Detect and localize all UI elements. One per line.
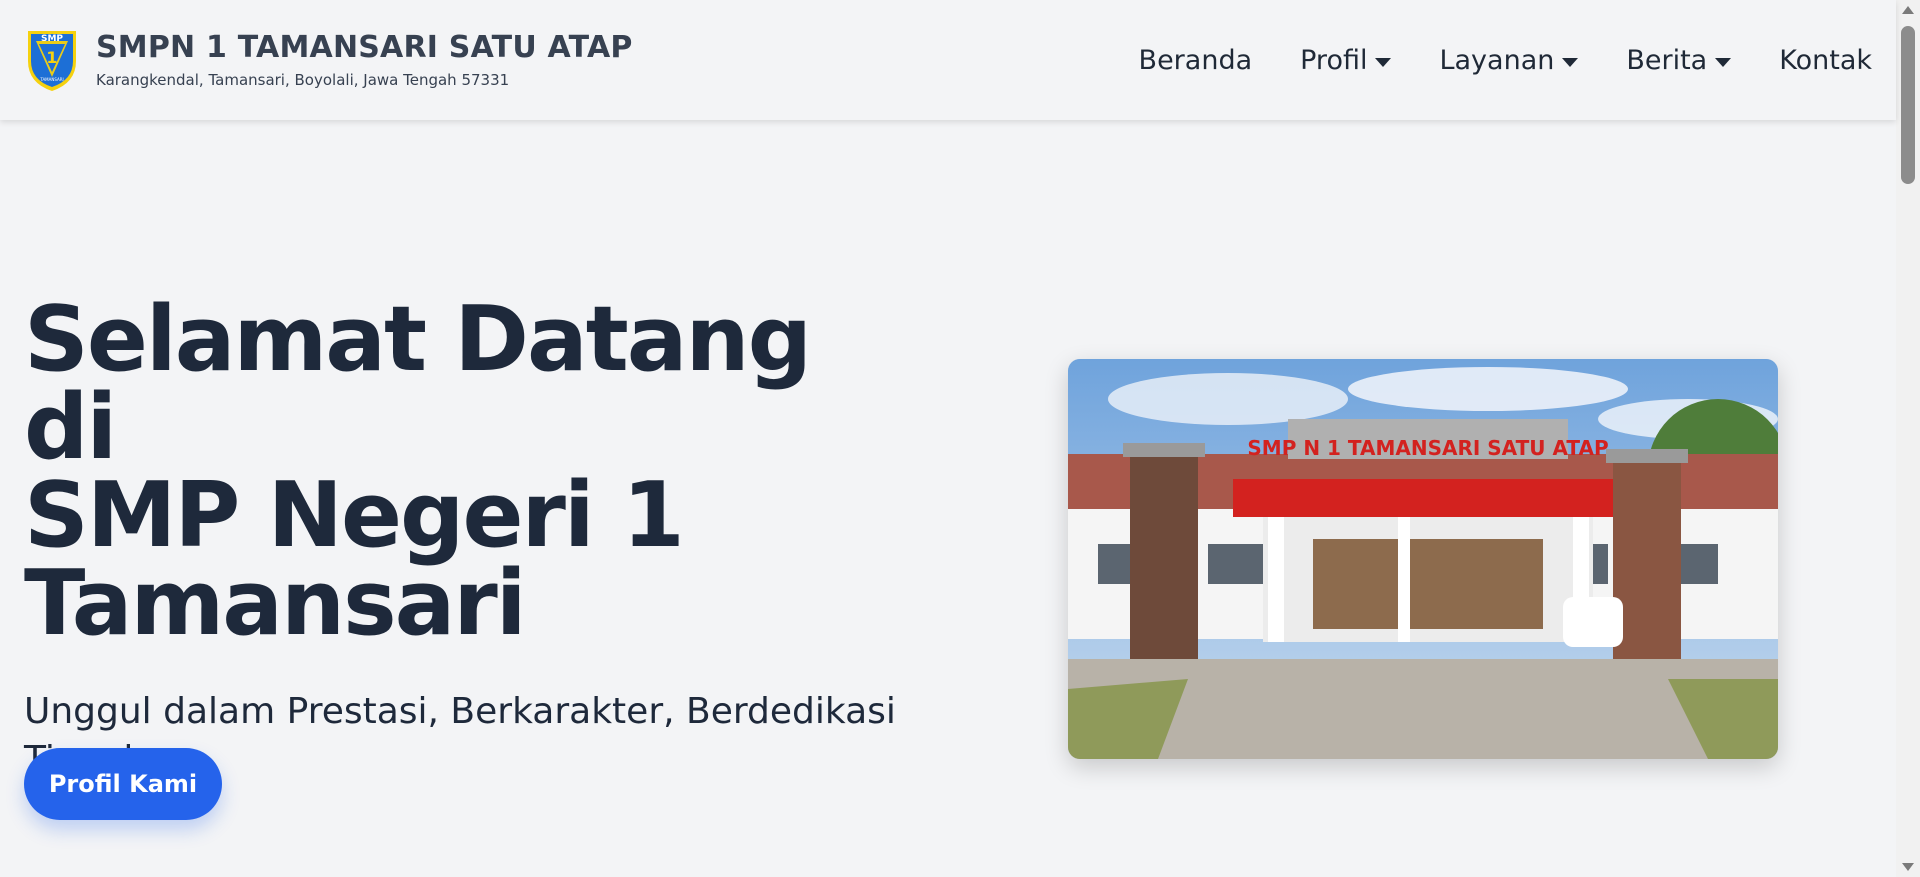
nav-item-label: Beranda bbox=[1138, 44, 1253, 76]
nav-item-profil[interactable]: Profil bbox=[1300, 44, 1392, 76]
profil-kami-button[interactable]: Profil Kami bbox=[24, 748, 222, 820]
hero-title-line: SMP Negeri 1 bbox=[24, 463, 685, 568]
nav-item-layanan[interactable]: Layanan bbox=[1439, 44, 1579, 76]
hero-title: Selamat Datang di SMP Negeri 1 Tamansari bbox=[24, 287, 924, 656]
logo-text-number: 1 bbox=[46, 48, 57, 67]
page: SMP 1 TAMANSARI SMPN 1 TAMANSARI SATU AT… bbox=[0, 0, 1920, 877]
vertical-scrollbar[interactable] bbox=[1896, 0, 1920, 877]
school-logo-icon: SMP 1 TAMANSARI bbox=[28, 31, 76, 91]
scroll-down-icon[interactable] bbox=[1902, 863, 1914, 871]
school-building-photo: SMP N 1 TAMANSARI SATU ATAP bbox=[1068, 359, 1778, 759]
site-header: SMP 1 TAMANSARI SMPN 1 TAMANSARI SATU AT… bbox=[0, 0, 1896, 120]
hero-section: Selamat Datang di SMP Negeri 1 Tamansari… bbox=[24, 287, 924, 784]
building-sign: SMP N 1 TAMANSARI SATU ATAP bbox=[1247, 436, 1608, 460]
nav-item-berita[interactable]: Berita bbox=[1626, 44, 1732, 76]
nav-item-label: Layanan bbox=[1439, 44, 1555, 76]
nav-item-label: Profil bbox=[1300, 44, 1368, 76]
main-nav: Beranda Profil Layanan Berita Kontak bbox=[1139, 45, 1872, 76]
nav-item-label: Berita bbox=[1626, 44, 1708, 76]
logo-text-top: SMP bbox=[41, 34, 63, 44]
logo-text-bottom: TAMANSARI bbox=[39, 77, 63, 82]
nav-item-beranda[interactable]: Beranda bbox=[1139, 45, 1253, 76]
site-name: SMPN 1 TAMANSARI SATU ATAP bbox=[96, 29, 633, 65]
brand-home-link[interactable]: SMP 1 TAMANSARI SMPN 1 TAMANSARI SATU AT… bbox=[24, 27, 633, 93]
brand-text: SMPN 1 TAMANSARI SATU ATAP Karangkendal,… bbox=[96, 29, 633, 90]
site-address: Karangkendal, Tamansari, Boyolali, Jawa … bbox=[96, 71, 510, 90]
nav-item-kontak[interactable]: Kontak bbox=[1779, 45, 1872, 76]
caret-down-icon bbox=[1562, 57, 1579, 67]
caret-down-icon bbox=[1375, 57, 1392, 67]
hero-title-line: Selamat Datang di bbox=[24, 287, 812, 480]
caret-down-icon bbox=[1715, 57, 1732, 67]
hero-title-line: Tamansari bbox=[24, 551, 527, 656]
nav-item-label: Kontak bbox=[1779, 44, 1872, 76]
scrollbar-thumb[interactable] bbox=[1901, 26, 1915, 184]
scroll-up-icon[interactable] bbox=[1902, 6, 1914, 14]
